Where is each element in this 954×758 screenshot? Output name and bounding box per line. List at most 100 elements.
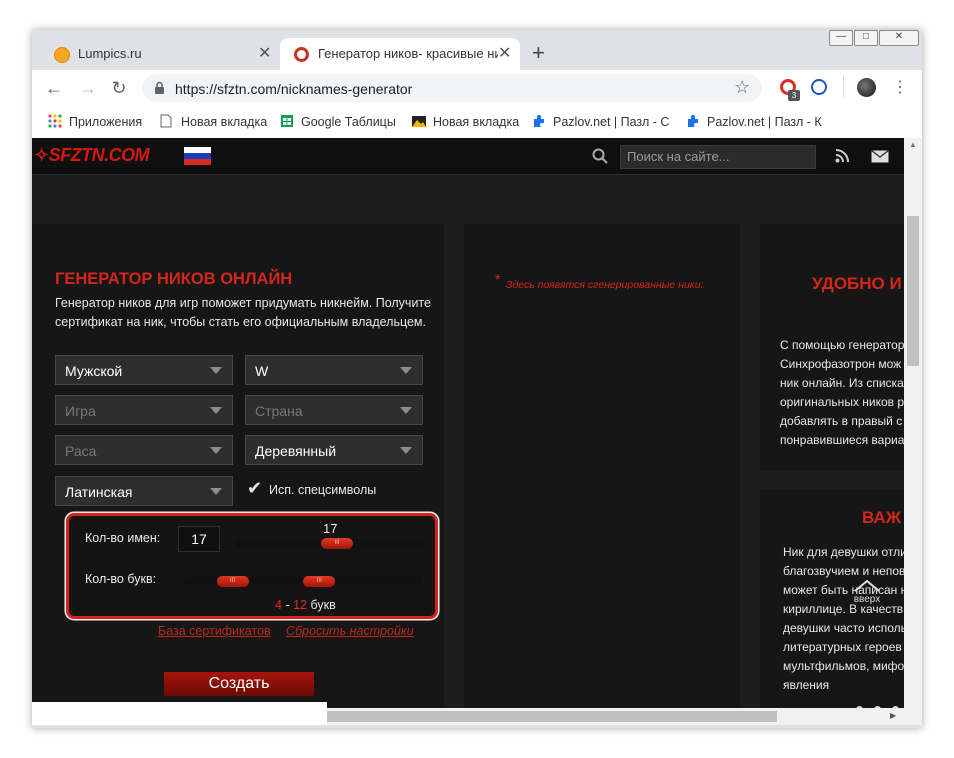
horizontal-scroll-thumb[interactable] (327, 711, 777, 722)
forward-arrow-icon[interactable]: → (78, 78, 98, 99)
letter-select[interactable]: W (245, 355, 423, 385)
text-line: мультфильмов, мифо (783, 659, 904, 673)
letters-max-value: 12 (293, 598, 307, 612)
tab-lumpics[interactable]: Lumpics.ru ✕ (40, 38, 280, 70)
bookmark-label: Pazlov.net | Пазл - К (707, 115, 822, 129)
back-arrow-icon[interactable]: ← (44, 78, 64, 99)
browser-window: — □ ✕ Lumpics.ru ✕ Генератор ников- крас… (32, 30, 922, 728)
tab-label: Генератор ников- красивые ни (318, 46, 498, 61)
bookmark-label: Приложения (69, 115, 143, 129)
lock-icon (155, 81, 164, 94)
tab-label: Lumpics.ru (78, 46, 142, 61)
scroll-up-arrow-icon[interactable]: ▲ (909, 140, 917, 149)
horizontal-scroll-gap (32, 702, 327, 725)
country-placeholder: Страна (255, 403, 303, 419)
dropdown-arrow-icon (210, 407, 222, 414)
sliders-highlight-box (66, 513, 438, 619)
profile-avatar[interactable] (857, 78, 876, 97)
horizontal-scrollbar[interactable]: ▶ (32, 702, 922, 725)
russia-flag-icon[interactable] (184, 147, 211, 165)
special-chars-label: Исп. спецсимволы (269, 483, 377, 497)
mail-icon[interactable] (871, 150, 889, 163)
bookmark-pazlov-1[interactable]: Pazlov.net | Пазл - С (532, 114, 672, 129)
text-line: С помощью генератор (780, 338, 904, 352)
maximize-button[interactable]: □ (854, 30, 878, 46)
style-select[interactable]: Деревянный (245, 435, 423, 465)
address-bar[interactable]: https://sfztn.com/nicknames-generator ☆ (142, 74, 762, 102)
vertical-scroll-thumb[interactable] (907, 216, 919, 366)
results-panel (464, 224, 740, 708)
checkmark-icon: ✔ (247, 478, 263, 498)
names-count-slider-handle[interactable]: III (321, 538, 354, 549)
page-icon (160, 114, 172, 128)
country-select[interactable]: Страна (245, 395, 423, 425)
sfztn-favicon-icon (294, 47, 309, 62)
bookmark-new-tab-2[interactable]: Новая вкладка (412, 114, 519, 129)
text-line: Синхрофазотрон мож (780, 357, 902, 371)
bookmark-pazlov-2[interactable]: Pazlov.net | Пазл - К (686, 114, 826, 129)
race-select[interactable]: Раса (55, 435, 233, 465)
rss-icon[interactable] (835, 149, 849, 163)
text-line: девушки часто исполь (783, 621, 904, 635)
text-line: ник онлайн. Из списка (780, 376, 904, 390)
important-text: Ник для девушки отли благозвучием и непов… (783, 543, 904, 695)
bookmark-label: Google Таблицы (301, 115, 396, 129)
names-count-label: Кол-во имен: (85, 531, 161, 545)
search-placeholder: Поиск на сайте... (627, 149, 730, 164)
bookmark-apps[interactable]: Приложения (48, 114, 142, 129)
extension-badge: 3 (788, 90, 800, 101)
close-window-button[interactable]: ✕ (879, 30, 919, 46)
scroll-to-top-button[interactable]: вверх (850, 578, 884, 606)
alphabet-select[interactable]: Латинская (55, 476, 233, 506)
dropdown-arrow-icon (400, 407, 412, 414)
convenient-text: С помощью генератор Синхрофазотрон мож ник… (780, 336, 904, 450)
extension-globe-icon[interactable] (811, 79, 827, 95)
text-line: может быть написан н (783, 583, 904, 597)
menu-kebab-icon[interactable]: ⋮ (892, 77, 908, 97)
bookmark-label: Pazlov.net | Пазл - С (553, 115, 670, 129)
alphabet-value: Латинская (65, 484, 133, 500)
bookmark-new-tab-1[interactable]: Новая вкладка (160, 114, 267, 129)
bookmark-google-sheets[interactable]: Google Таблицы (280, 114, 396, 129)
gender-select[interactable]: Мужской (55, 355, 233, 385)
bookmarks-bar: Приложения Новая вкладка Google Таблицы … (32, 106, 922, 139)
letter-value: W (255, 363, 269, 379)
bookmark-label: Новая вкладка (181, 115, 268, 129)
create-button[interactable]: Создать (164, 672, 314, 696)
dropdown-arrow-icon (400, 367, 412, 374)
letters-max-slider-handle[interactable]: III (303, 576, 336, 587)
new-tab-button[interactable]: + (532, 40, 545, 66)
text-line: кириллице. В качеств (783, 602, 904, 616)
close-tab-icon[interactable]: ✕ (498, 43, 511, 63)
chevron-up-icon (854, 579, 880, 592)
gender-value: Мужской (65, 363, 123, 379)
results-asterisk: * (495, 271, 501, 287)
names-count-input[interactable]: 17 (178, 526, 220, 552)
web-page: ✧SFZTN.COM Поиск на сайте... ГЕНЕРАТОР Н… (32, 138, 904, 708)
scroll-right-arrow-icon[interactable]: ▶ (890, 711, 896, 720)
lumpics-favicon-icon (54, 47, 70, 63)
tab-nickname-generator[interactable]: Генератор ников- красивые ни ✕ (280, 38, 520, 70)
vertical-scrollbar[interactable]: ▲ (904, 138, 922, 708)
site-search-input[interactable]: Поиск на сайте... (620, 145, 816, 169)
text-line: литературных героев (783, 640, 902, 654)
text-line: Ник для девушки отли (783, 545, 904, 559)
game-select[interactable]: Игра (55, 395, 233, 425)
minimize-button[interactable]: — (829, 30, 853, 46)
search-icon[interactable] (592, 148, 608, 164)
site-logo[interactable]: ✧SFZTN.COM (34, 145, 150, 166)
close-tab-icon[interactable]: ✕ (258, 43, 271, 63)
text-line: понравившиеся вариа (780, 433, 904, 447)
reset-settings-link[interactable]: Сбросить настройки (286, 624, 414, 638)
puzzle-icon (534, 115, 544, 127)
letters-min-slider-handle[interactable]: III (216, 576, 249, 587)
game-placeholder: Игра (65, 403, 96, 419)
bookmark-star-icon[interactable]: ☆ (734, 77, 750, 98)
certificates-link[interactable]: База сертификатов (158, 624, 271, 638)
text-line: добавлять в правый с (780, 414, 903, 428)
results-hint: Здесь появятся сгенерированные ники: (506, 279, 704, 291)
reload-icon[interactable]: ↻ (109, 78, 129, 99)
bookmark-label: Новая вкладка (433, 115, 520, 129)
generator-description: Генератор ников для игр поможет придумат… (55, 294, 431, 332)
toolbar-divider (843, 76, 844, 98)
